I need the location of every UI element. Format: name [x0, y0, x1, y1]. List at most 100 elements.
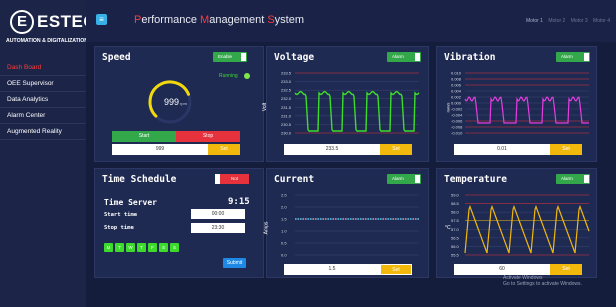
tab-motor-1[interactable]: Motor 1: [526, 18, 543, 24]
y-tick-label: 231.0: [281, 113, 292, 118]
voltage-set-button[interactable]: Set: [380, 144, 412, 155]
menu-toggle-button[interactable]: ≡: [96, 14, 107, 25]
sidebar: E ESTEC AUTOMATION & DIGITALIZATION Dash…: [0, 0, 96, 307]
y-tick-label: 2.0: [281, 205, 287, 210]
weekday-toggle-5[interactable]: S: [159, 243, 168, 252]
y-tick-label: 0.000: [451, 101, 462, 106]
voltage-axis-label: Volt: [262, 102, 269, 112]
schedule-title: Time Schedule: [102, 174, 177, 185]
stop-time-input[interactable]: 23:30: [191, 223, 245, 233]
y-tick-label: 57.5: [451, 218, 460, 223]
y-tick-label: 232.5: [281, 88, 292, 93]
toggle-label: Alarm: [561, 54, 573, 59]
y-tick-label: -0.006: [451, 119, 463, 124]
voltage-title: Voltage: [274, 52, 315, 63]
time-server-label: Time Server: [104, 198, 157, 207]
current-title: Current: [274, 174, 315, 185]
submit-button[interactable]: Submit: [223, 258, 246, 268]
y-tick-label: 0.004: [451, 89, 462, 94]
sidebar-item-dashboard[interactable]: Dash Board: [0, 60, 86, 76]
temperature-alarm-toggle[interactable]: Alarm: [556, 174, 590, 184]
tab-motor-3[interactable]: Motor 3: [571, 18, 588, 24]
voltage-input-row: 233.5 Set: [284, 144, 412, 155]
series-line: [464, 96, 589, 124]
current-input[interactable]: 1.5: [284, 264, 380, 275]
y-tick-label: 0.008: [451, 77, 462, 82]
y-tick-label: 230.5: [281, 122, 292, 127]
current-input-row: 1.5 Set: [284, 264, 412, 275]
y-tick-label: 57.0: [451, 227, 460, 232]
current-set-button[interactable]: Set: [380, 264, 412, 275]
sidebar-item-data-analytics[interactable]: Data Analytics: [0, 92, 86, 108]
enable-toggle[interactable]: Enable: [213, 52, 247, 62]
current-axis-label: Amps: [263, 221, 270, 235]
sidebar-item-augmented-reality[interactable]: Augmented Reality: [0, 124, 86, 140]
toggle-label: Alarm: [392, 54, 404, 59]
weekday-toggle-6[interactable]: S: [170, 243, 179, 252]
title-part: M: [200, 14, 210, 26]
toggle-label: Enable: [218, 54, 233, 59]
start-time-input[interactable]: 00:00: [191, 209, 245, 219]
y-tick-label: 0.002: [451, 95, 462, 100]
voltage-alarm-toggle[interactable]: Alarm: [387, 52, 421, 62]
tab-motor-4[interactable]: Motor 4: [593, 18, 610, 24]
time-schedule-panel: Time Schedule Not Time Server 9:15 Start…: [94, 168, 264, 278]
temperature-input-row: 60 Set: [454, 264, 582, 275]
y-tick-label: 58.0: [451, 210, 460, 215]
logo-mark: E: [10, 10, 34, 34]
start-button[interactable]: Start: [112, 131, 176, 142]
series-line: [294, 90, 420, 132]
stop-time-label: Stop time: [104, 225, 134, 231]
watermark-subtitle: Go to Settings to activate Windows.: [503, 281, 582, 287]
y-tick-label: 0.006: [451, 83, 462, 88]
motor-tabs: Motor 1 Motor 2 Motor 3 Motor 4: [522, 18, 610, 24]
current-panel: Current Alarm Amps 2.5 2.0 1.5 1.0 0.5 0.0 1.…: [263, 168, 429, 278]
stop-button[interactable]: Stop: [176, 131, 240, 142]
weekday-toggle-2[interactable]: W: [126, 243, 135, 252]
start-time-label: Start time: [104, 212, 138, 218]
voltage-chart: 233.5 233.0 232.5 232.0 231.5 231.0 230.5 230.0: [281, 71, 420, 136]
toggle-label: Alarm: [392, 176, 404, 181]
weekday-toggle-1[interactable]: T: [115, 243, 124, 252]
vibration-chart: 0.0100.0080.0060.0040.0020.000-0.002-0.0…: [451, 71, 589, 136]
weekday-toggle-0[interactable]: M: [104, 243, 113, 252]
y-tick-label: 59.0: [451, 193, 460, 198]
y-tick-label: 0.0: [281, 253, 287, 258]
speed-unit: rpm: [180, 101, 187, 106]
weekday-toggle-4[interactable]: F: [148, 243, 157, 252]
temperature-panel: Temperature Alarm °C 59.0 58.5 58.0 57.5 57.…: [436, 168, 597, 278]
toggle-label: Not: [220, 174, 249, 184]
y-tick-label: 231.5: [281, 105, 292, 110]
toggle-label: Alarm: [561, 176, 573, 181]
temperature-input[interactable]: 60: [454, 264, 550, 275]
running-status: Running: [219, 73, 238, 79]
y-tick-label: -0.008: [451, 125, 463, 130]
vibration-set-button[interactable]: Set: [550, 144, 582, 155]
y-tick-label: 230.0: [281, 131, 292, 136]
vibration-input[interactable]: 0.01: [454, 144, 550, 155]
y-tick-label: -0.004: [451, 113, 463, 118]
server-time: 9:15: [228, 197, 250, 207]
speed-panel: Speed Enable Running 999rpm Start Stop 9…: [94, 46, 264, 162]
temperature-set-button[interactable]: Set: [550, 264, 582, 275]
voltage-input[interactable]: 233.5: [284, 144, 380, 155]
current-alarm-toggle[interactable]: Alarm: [387, 174, 421, 184]
speed-set-button[interactable]: Set: [208, 144, 240, 155]
sidebar-nav: Dash Board OEE Supervisor Data Analytics…: [0, 60, 86, 140]
weekday-toggle-3[interactable]: T: [137, 243, 146, 252]
sidebar-item-alarm-center[interactable]: Alarm Center: [0, 108, 86, 124]
windows-activation-watermark: Activate Windows Go to Settings to activ…: [503, 275, 582, 287]
sidebar-item-oee-supervisor[interactable]: OEE Supervisor: [0, 76, 86, 92]
y-tick-label: -0.010: [451, 131, 463, 136]
tab-motor-2[interactable]: Motor 2: [548, 18, 565, 24]
vibration-alarm-toggle[interactable]: Alarm: [556, 52, 590, 62]
speed-value: 999rpm: [164, 97, 187, 107]
series-line: [464, 204, 590, 254]
title-part: ystem: [274, 14, 305, 26]
brand-logo[interactable]: E ESTEC AUTOMATION & DIGITALIZATION: [6, 6, 96, 46]
speed-input[interactable]: 999: [112, 144, 208, 155]
y-tick-label: 0.5: [281, 241, 287, 246]
y-tick-label: 2.5: [281, 193, 287, 198]
schedule-toggle[interactable]: Not: [215, 174, 249, 184]
title-part: anagement: [209, 14, 268, 26]
